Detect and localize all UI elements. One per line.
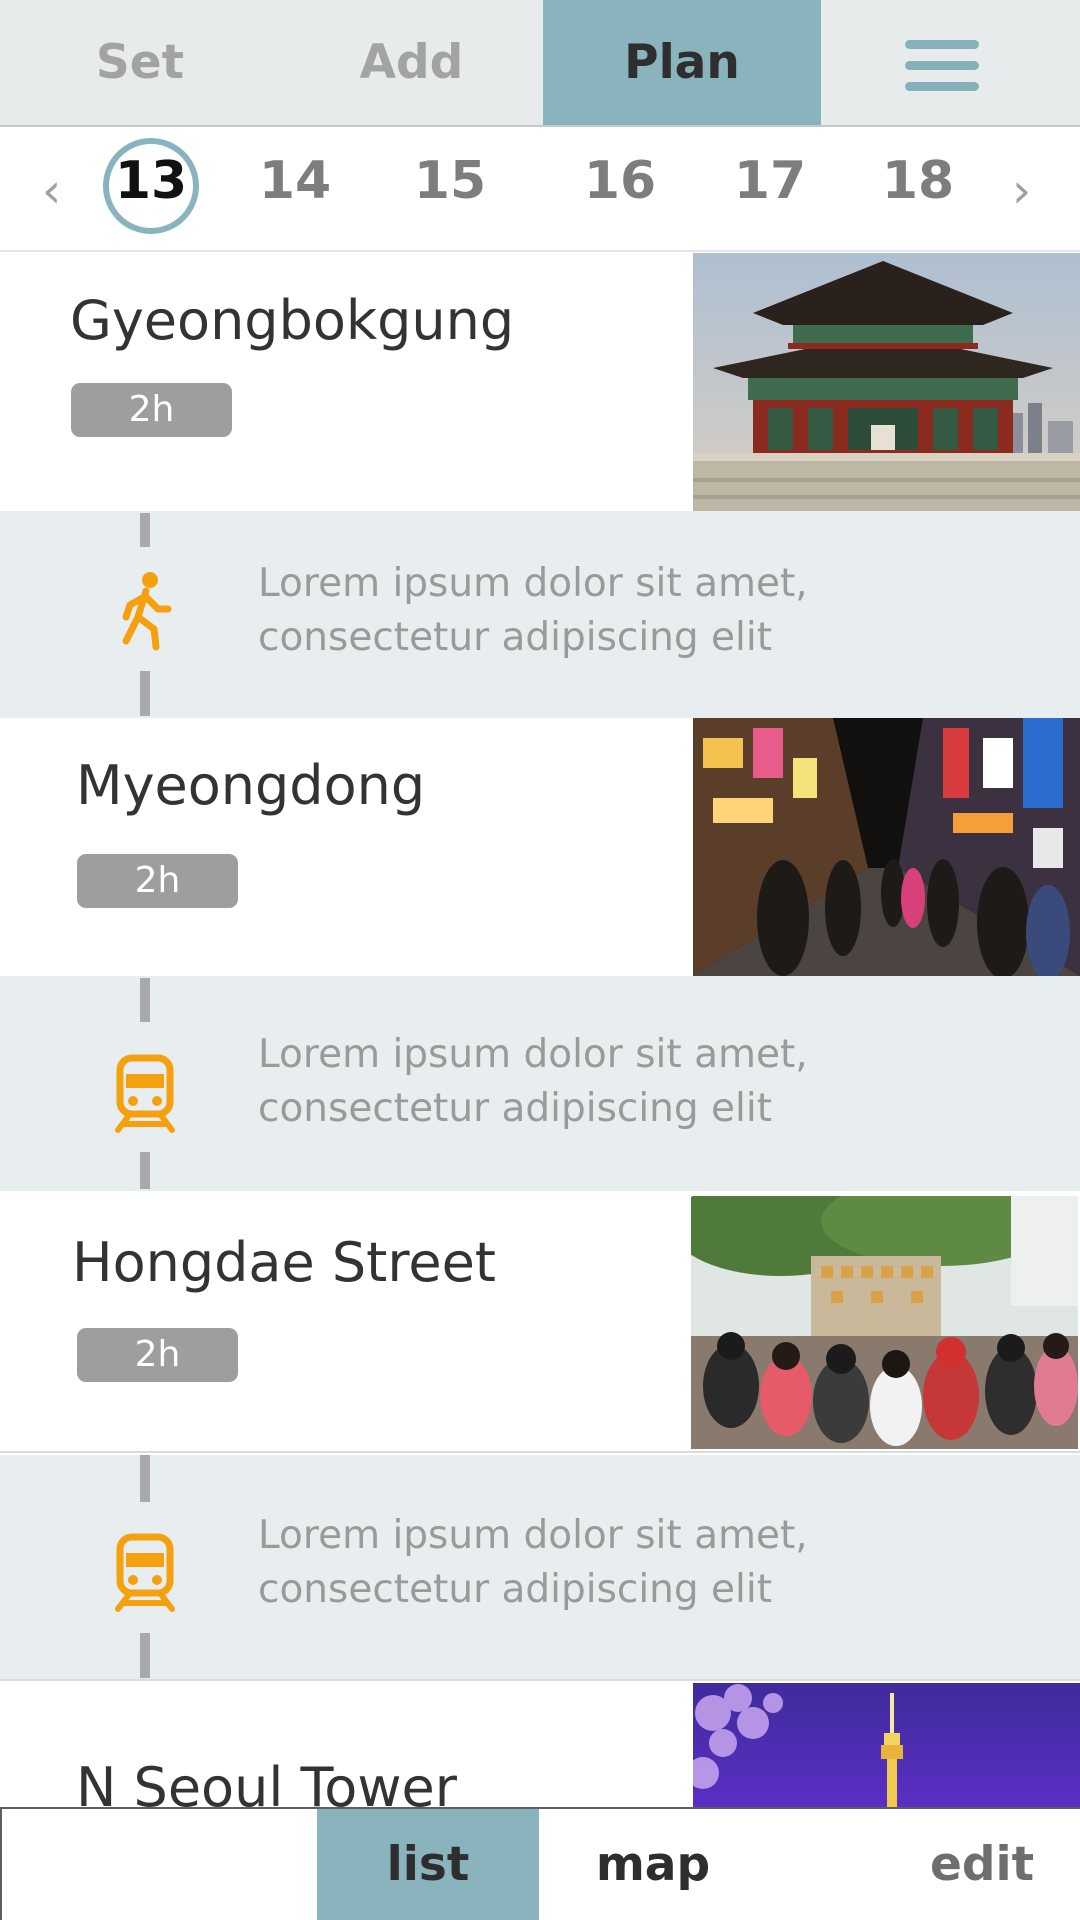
tab-add[interactable]: Add [280, 0, 543, 125]
timeline-dash [140, 978, 150, 1022]
transit-segment: Lorem ipsum dolor sit amet, consectetur … [0, 1455, 1080, 1681]
hongdae-street-photo [691, 1196, 1078, 1454]
tab-set[interactable]: Set [0, 0, 280, 125]
place-card-hongdae-street[interactable]: Hongdae Street 2h [0, 1191, 1080, 1453]
place-card-myeongdong[interactable]: Myeongdong 2h [0, 718, 1080, 976]
day-15[interactable]: 15 [400, 151, 500, 211]
timeline-dash [140, 513, 150, 547]
day-18[interactable]: 18 [868, 151, 968, 211]
timeline-dash [140, 671, 150, 716]
tab-plan[interactable]: Plan [543, 0, 821, 125]
duration-badge: 2h [77, 854, 238, 908]
duration-badge: 2h [77, 1328, 238, 1382]
hamburger-menu-icon[interactable] [905, 40, 979, 92]
timeline-dash [140, 1633, 150, 1678]
chevron-right-icon[interactable]: › [1012, 163, 1031, 219]
transit-segment: Lorem ipsum dolor sit amet, consectetur … [0, 511, 1080, 718]
day-13[interactable]: 13 [101, 151, 201, 211]
date-strip: ‹ 13 14 15 16 17 18 › [0, 127, 1080, 252]
tab-edit[interactable]: edit [902, 1809, 1062, 1920]
duration-badge: 2h [71, 383, 232, 437]
n-seoul-tower-photo [693, 1683, 1080, 1807]
walking-person-icon [110, 571, 180, 651]
gyeongbokgung-palace-photo [693, 253, 1080, 511]
timeline-dash [140, 1455, 150, 1502]
chevron-left-icon[interactable]: ‹ [42, 163, 61, 219]
place-name: Hongdae Street [72, 1231, 496, 1294]
timeline-dash [140, 1152, 150, 1189]
train-icon [110, 1054, 180, 1134]
tab-map[interactable]: map [539, 1809, 767, 1920]
day-17[interactable]: 17 [720, 151, 820, 211]
transit-description-line1: Lorem ipsum dolor sit amet, [258, 561, 808, 606]
train-icon [110, 1533, 180, 1613]
myeongdong-street-photo [693, 718, 1080, 976]
top-tab-bar: Set Add Plan [0, 0, 1080, 127]
place-card-n-seoul-tower[interactable]: N Seoul Tower [0, 1683, 1080, 1807]
transit-description-line1: Lorem ipsum dolor sit amet, [258, 1032, 808, 1077]
transit-description-line2: consectetur adipiscing elit [258, 1086, 773, 1131]
bottom-tab-bar: list map edit [0, 1807, 1080, 1920]
transit-description-line1: Lorem ipsum dolor sit amet, [258, 1513, 808, 1558]
place-name: Myeongdong [76, 754, 426, 817]
transit-description-line2: consectetur adipiscing elit [258, 615, 773, 660]
day-14[interactable]: 14 [245, 151, 345, 211]
tab-list[interactable]: list [317, 1809, 539, 1920]
place-card-gyeongbokgung[interactable]: Gyeongbokgung 2h [0, 253, 1080, 511]
place-name: N Seoul Tower [76, 1756, 457, 1807]
place-name: Gyeongbokgung [70, 289, 515, 352]
transit-segment: Lorem ipsum dolor sit amet, consectetur … [0, 976, 1080, 1191]
transit-description-line2: consectetur adipiscing elit [258, 1567, 773, 1612]
day-16[interactable]: 16 [570, 151, 670, 211]
